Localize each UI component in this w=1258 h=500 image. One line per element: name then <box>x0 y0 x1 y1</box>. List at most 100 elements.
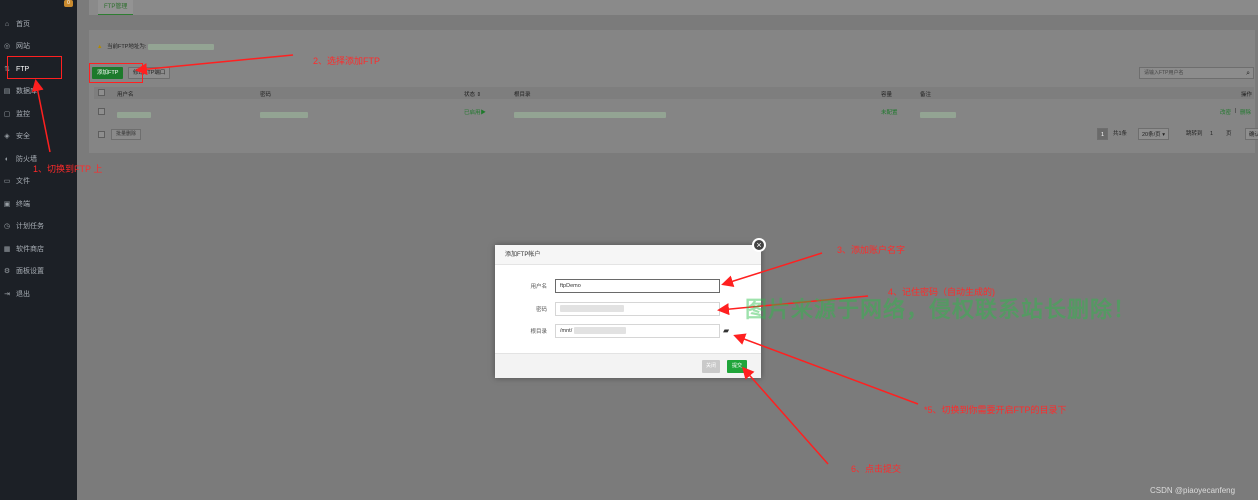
step1-note: 1、切换到FTP 上 <box>33 164 103 174</box>
dialog-submit-button[interactable]: 提交 <box>727 360 748 373</box>
column-capacity: 容量 <box>881 92 893 98</box>
pager-confirm-button[interactable]: 确认 <box>1245 128 1258 140</box>
pager-per-page-value: 20条/页 <box>1142 132 1161 138</box>
pager-current-page[interactable]: 1 <box>1097 128 1109 140</box>
store-icon: ▦ <box>3 246 11 253</box>
monitor-icon: ▢ <box>3 111 11 118</box>
tab-ftp-management[interactable]: FTP管理 <box>98 0 134 15</box>
row-edit-link[interactable]: 改密 <box>1220 108 1231 116</box>
root-dir-row: 根目录 /mnt/ ▰ <box>495 324 761 338</box>
row-status-label: 已启用 <box>464 110 481 116</box>
search-icon[interactable]: ⌕ <box>1246 69 1250 79</box>
dialog-footer: 关闭 提交 <box>495 353 761 378</box>
ftp-address-label: 当前FTP地址为: <box>106 44 147 50</box>
sidebar-item-12[interactable]: ⇥ 退出 <box>0 285 77 303</box>
batch-delete-button[interactable]: 批量删除 <box>111 129 142 140</box>
highlight-box-ftp <box>7 56 62 79</box>
search-placeholder: 请输入FTP用户名 <box>1144 70 1184 76</box>
row-action-divider: | <box>1235 108 1237 114</box>
password-row: 密码 <box>495 302 761 316</box>
sidebar-item-9[interactable]: ◷ 计划任务 <box>0 217 77 235</box>
sidebar-header: 0 <box>0 0 77 12</box>
password-field[interactable] <box>555 302 720 316</box>
add-ftp-dialog: 添加FTP帐户 × 用户名 ftpDemo 密码 根目录 /mnt/ ▰ 关闭 … <box>495 238 766 378</box>
logout-icon: ⇥ <box>4 291 10 298</box>
sidebar-item-label: 网站 <box>16 43 30 50</box>
row-delete-link[interactable]: 删除 <box>1240 108 1251 116</box>
sort-icon: ⇕ <box>476 92 482 98</box>
pager-total: 共1条 <box>1113 131 1128 137</box>
row-status[interactable]: 已启用▶ <box>464 108 486 116</box>
folder-open-icon[interactable]: ▰ <box>723 326 729 335</box>
password-label: 密码 <box>535 307 547 313</box>
sidebar-item-1[interactable]: ◎ 网站 <box>0 37 77 55</box>
sidebar-item-label: 软件商店 <box>16 246 44 253</box>
sidebar-item-0[interactable]: ⌂ 首页 <box>0 15 77 33</box>
sidebar-item-label: 首页 <box>16 21 30 28</box>
username-field[interactable]: ftpDemo <box>555 279 720 293</box>
chevron-down-icon: ▾ <box>1162 132 1165 138</box>
clock-icon: ◷ <box>3 223 11 230</box>
shield-check-icon: ◈ <box>4 133 10 140</box>
tab-bar: FTP管理 <box>89 0 1258 15</box>
footer-select-checkbox[interactable] <box>98 131 105 138</box>
dialog-title: 添加FTP帐户 <box>495 245 761 265</box>
root-dir-value: /mnt/ <box>560 328 573 334</box>
pager-jump-input[interactable]: 1 <box>1210 128 1213 140</box>
root-dir-redacted <box>574 327 627 335</box>
search-input[interactable]: 请输入FTP用户名 ⌕ <box>1139 67 1254 79</box>
root-dir-field[interactable]: /mnt/ <box>555 324 720 338</box>
table-row: 已启用▶ 未配置 改密 | 删除 <box>94 105 1254 119</box>
terminal-icon: ▣ <box>3 201 11 208</box>
sidebar-item-label: 数据库 <box>16 88 37 95</box>
sidebar-item-10[interactable]: ▦ 软件商店 <box>0 240 77 258</box>
column-username[interactable]: 用户名 <box>117 90 134 98</box>
warning-icon: ▲ <box>97 44 103 50</box>
pager-page-unit: 页 <box>1226 131 1232 137</box>
close-icon[interactable]: × <box>752 238 766 252</box>
step2-note: 2、选择添加FTP <box>313 56 381 66</box>
row-capacity[interactable]: 未配置 <box>881 108 898 116</box>
highlight-box-add-ftp <box>89 63 143 83</box>
username-row: 用户名 ftpDemo <box>495 279 761 293</box>
table-header: 用户名 密码 状态 ⇕ 根目录 容量 备注 操作 <box>94 87 1254 99</box>
database-icon: ▤ <box>3 88 11 95</box>
sidebar-item-label: 监控 <box>16 111 30 118</box>
column-actions: 操作 <box>1241 92 1253 98</box>
sidebar-item-11[interactable]: ⚙ 面板设置 <box>0 262 77 280</box>
sidebar-item-label: 面板设置 <box>16 268 44 275</box>
step3-note: 3、添加账户名字 <box>837 245 906 255</box>
root-dir-label: 根目录 <box>530 329 547 335</box>
sidebar-item-label: 退出 <box>16 291 30 298</box>
settings-icon: ⚙ <box>3 268 11 275</box>
column-status[interactable]: 状态 ⇕ <box>464 90 481 98</box>
pager-per-page-select[interactable]: 20条/页 ▾ <box>1138 128 1169 140</box>
sidebar-item-3[interactable]: ▤ 数据库 <box>0 82 77 100</box>
firewall-icon: ◐ <box>4 155 10 163</box>
column-password: 密码 <box>260 92 272 98</box>
dialog-close-button[interactable]: 关闭 <box>702 360 721 373</box>
column-root: 根目录 <box>514 92 531 98</box>
step6-note: 6、点击提交 <box>851 464 902 474</box>
step5-note: *5、切换到你需要开启FTP的目录下 <box>924 405 1067 415</box>
sidebar-item-label: 文件 <box>16 178 30 185</box>
username-label: 用户名 <box>530 284 547 290</box>
column-status-label: 状态 <box>464 92 476 98</box>
sidebar-item-8[interactable]: ▣ 终端 <box>0 195 77 213</box>
ftp-address-line: ▲ 当前FTP地址为: <box>97 42 214 50</box>
select-all-checkbox[interactable] <box>98 89 105 96</box>
column-remark: 备注 <box>920 92 932 98</box>
password-redacted <box>560 305 624 313</box>
sidebar-item-4[interactable]: ▢ 监控 <box>0 105 77 123</box>
credit-watermark: CSDN @piaoyecanfeng <box>1150 486 1236 495</box>
sidebar-item-5[interactable]: ◈ 安全 <box>0 127 77 145</box>
sidebar-item-label: 计划任务 <box>16 223 44 230</box>
globe-icon: ◎ <box>3 43 11 50</box>
home-icon: ⌂ <box>4 20 10 28</box>
ftp-address-redacted <box>147 43 214 50</box>
sidebar-item-label: 终端 <box>16 201 30 208</box>
notification-badge[interactable]: 0 <box>64 0 73 7</box>
sidebar-item-label: 安全 <box>16 133 30 140</box>
pager-jump-label: 跳转到 <box>1186 131 1203 137</box>
row-checkbox[interactable] <box>98 108 105 115</box>
